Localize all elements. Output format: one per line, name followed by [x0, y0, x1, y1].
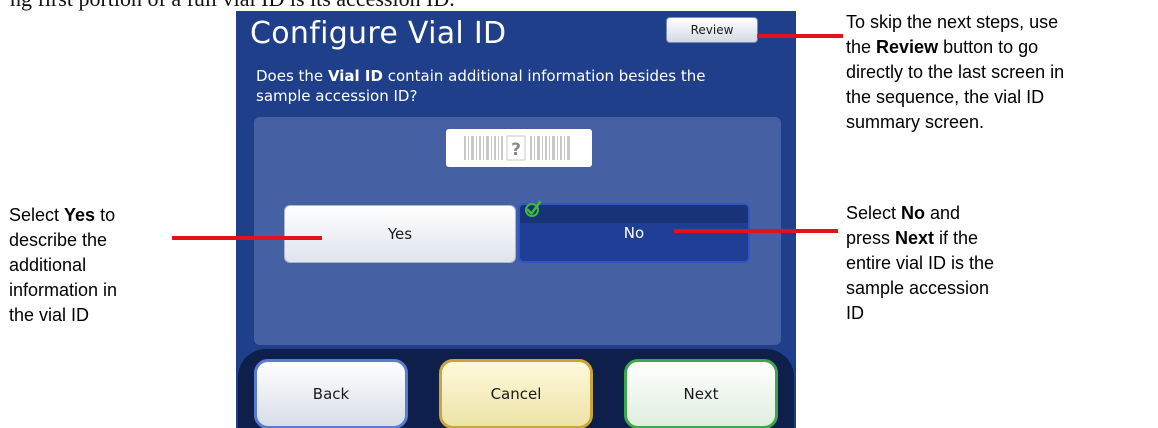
review-callout: To skip the next steps, use the Review b… [846, 10, 1156, 135]
review-callout-line4: the sequence, the vial ID [846, 87, 1045, 107]
no-callout-line5: ID [846, 303, 864, 323]
navigation-bar: Back Cancel Next [238, 349, 794, 428]
review-callout-line [757, 34, 843, 38]
barcode-card: ? [446, 129, 592, 167]
no-callout-line [674, 229, 838, 233]
yes-callout-line2: describe the [9, 230, 108, 250]
barcode-symbol: ? [511, 140, 521, 160]
no-callout-line2: press Next if the [846, 228, 979, 248]
no-button[interactable]: No [518, 200, 750, 263]
no-label: No [623, 224, 645, 242]
checkmark-icon [525, 200, 542, 217]
no-callout-line3: entire vial ID is the [846, 253, 995, 273]
back-label: Back [312, 385, 350, 403]
no-callout-line1: Select No and [846, 203, 961, 223]
yes-callout-line3: additional [9, 255, 87, 275]
yes-callout-line1: Select Yes to [9, 205, 116, 225]
review-callout-line5: summary screen. [846, 112, 985, 132]
no-callout: Select No and press Next if the entire v… [846, 201, 1146, 326]
yes-callout-line4: information in [9, 280, 118, 300]
yes-callout: Select Yes to describe the additional in… [9, 203, 179, 328]
no-callout-line4: sample accession [846, 278, 990, 298]
review-button[interactable]: Review [666, 17, 758, 43]
barcode-icon: ? [464, 135, 570, 161]
review-callout-line1: To skip the next steps, use [846, 12, 1059, 32]
no-button-header [520, 205, 748, 223]
yes-button[interactable]: Yes [284, 205, 516, 263]
yes-label: Yes [387, 225, 413, 243]
next-label: Next [683, 385, 719, 403]
review-callout-line2: the Review button to go [846, 37, 1039, 57]
cancel-button[interactable]: Cancel [439, 359, 593, 428]
cancel-label: Cancel [490, 385, 542, 403]
device-screen: Configure Vial ID Review Does the Vial I… [236, 11, 796, 428]
question-bold: Vial ID [327, 67, 383, 85]
back-button[interactable]: Back [254, 359, 408, 428]
next-button[interactable]: Next [624, 359, 778, 428]
yes-callout-line5: the vial ID [9, 305, 90, 325]
review-callout-line3: directly to the last screen in [846, 62, 1065, 82]
question-part1: Does the [256, 67, 328, 85]
yes-callout-line [172, 236, 322, 240]
question-text: Does the Vial ID contain additional info… [256, 66, 726, 106]
screen-title: Configure Vial ID [250, 16, 507, 51]
